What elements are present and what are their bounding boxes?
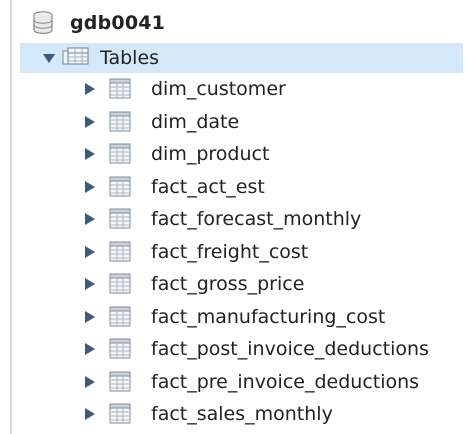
table-item-dim-product[interactable]: dim_product (0, 138, 469, 171)
schema-node[interactable]: gdb0041 (30, 8, 165, 38)
database-icon (33, 11, 53, 35)
table-name: fact_freight_cost (151, 240, 309, 263)
collapsed-arrow-icon[interactable] (82, 82, 96, 96)
expanded-arrow-icon[interactable] (42, 51, 56, 65)
table-item-fact-sales-monthly[interactable]: fact_sales_monthly (0, 398, 469, 431)
table-icon (109, 241, 131, 262)
collapsed-arrow-icon[interactable] (82, 375, 96, 389)
table-icon (109, 176, 131, 197)
table-icon (109, 273, 131, 294)
table-icon (109, 338, 131, 359)
collapsed-arrow-icon[interactable] (82, 342, 96, 356)
table-name: fact_act_est (151, 175, 265, 198)
table-item-dim-customer[interactable]: dim_customer (0, 73, 469, 106)
collapsed-arrow-icon[interactable] (82, 277, 96, 291)
table-item-dim-date[interactable]: dim_date (0, 106, 469, 139)
table-icon (109, 111, 131, 132)
collapsed-arrow-icon[interactable] (82, 180, 96, 194)
table-icon (109, 403, 131, 424)
table-name: fact_post_invoice_deductions (151, 338, 429, 361)
table-item-fact-freight-cost[interactable]: fact_freight_cost (0, 236, 469, 269)
table-item-fact-post-invoice-deductions[interactable]: fact_post_invoice_deductions (0, 333, 469, 366)
table-name: fact_gross_price (151, 273, 305, 296)
table-icon (109, 143, 131, 164)
table-icon (109, 78, 131, 99)
tables-label: Tables (100, 47, 160, 69)
table-icon (109, 208, 131, 229)
collapsed-arrow-icon[interactable] (82, 212, 96, 226)
table-item-fact-manufacturing-cost[interactable]: fact_manufacturing_cost (0, 301, 469, 334)
table-item-fact-act-est[interactable]: fact_act_est (0, 171, 469, 204)
collapsed-arrow-icon[interactable] (82, 245, 96, 259)
collapsed-arrow-icon[interactable] (82, 147, 96, 161)
table-item-fact-pre-invoice-deductions[interactable]: fact_pre_invoice_deductions (0, 366, 469, 399)
table-list: dim_customer dim_date dim_product fact_a… (0, 73, 469, 431)
tables-folder-icon (62, 47, 89, 65)
table-name: fact_pre_invoice_deductions (151, 370, 420, 393)
table-name: fact_manufacturing_cost (151, 305, 386, 328)
table-name: dim_date (151, 110, 240, 133)
table-name: dim_product (151, 143, 270, 166)
table-item-fact-forecast-monthly[interactable]: fact_forecast_monthly (0, 203, 469, 236)
collapsed-arrow-icon[interactable] (82, 310, 96, 324)
table-name: dim_customer (151, 78, 286, 101)
table-icon (109, 371, 131, 392)
collapsed-arrow-icon[interactable] (82, 115, 96, 129)
tables-node[interactable]: Tables (20, 43, 463, 73)
table-name: fact_forecast_monthly (151, 208, 362, 231)
table-icon (109, 306, 131, 327)
schema-name: gdb0041 (70, 12, 166, 34)
collapsed-arrow-icon[interactable] (82, 407, 96, 421)
table-name: fact_sales_monthly (151, 403, 333, 426)
table-item-fact-gross-price[interactable]: fact_gross_price (0, 268, 469, 301)
